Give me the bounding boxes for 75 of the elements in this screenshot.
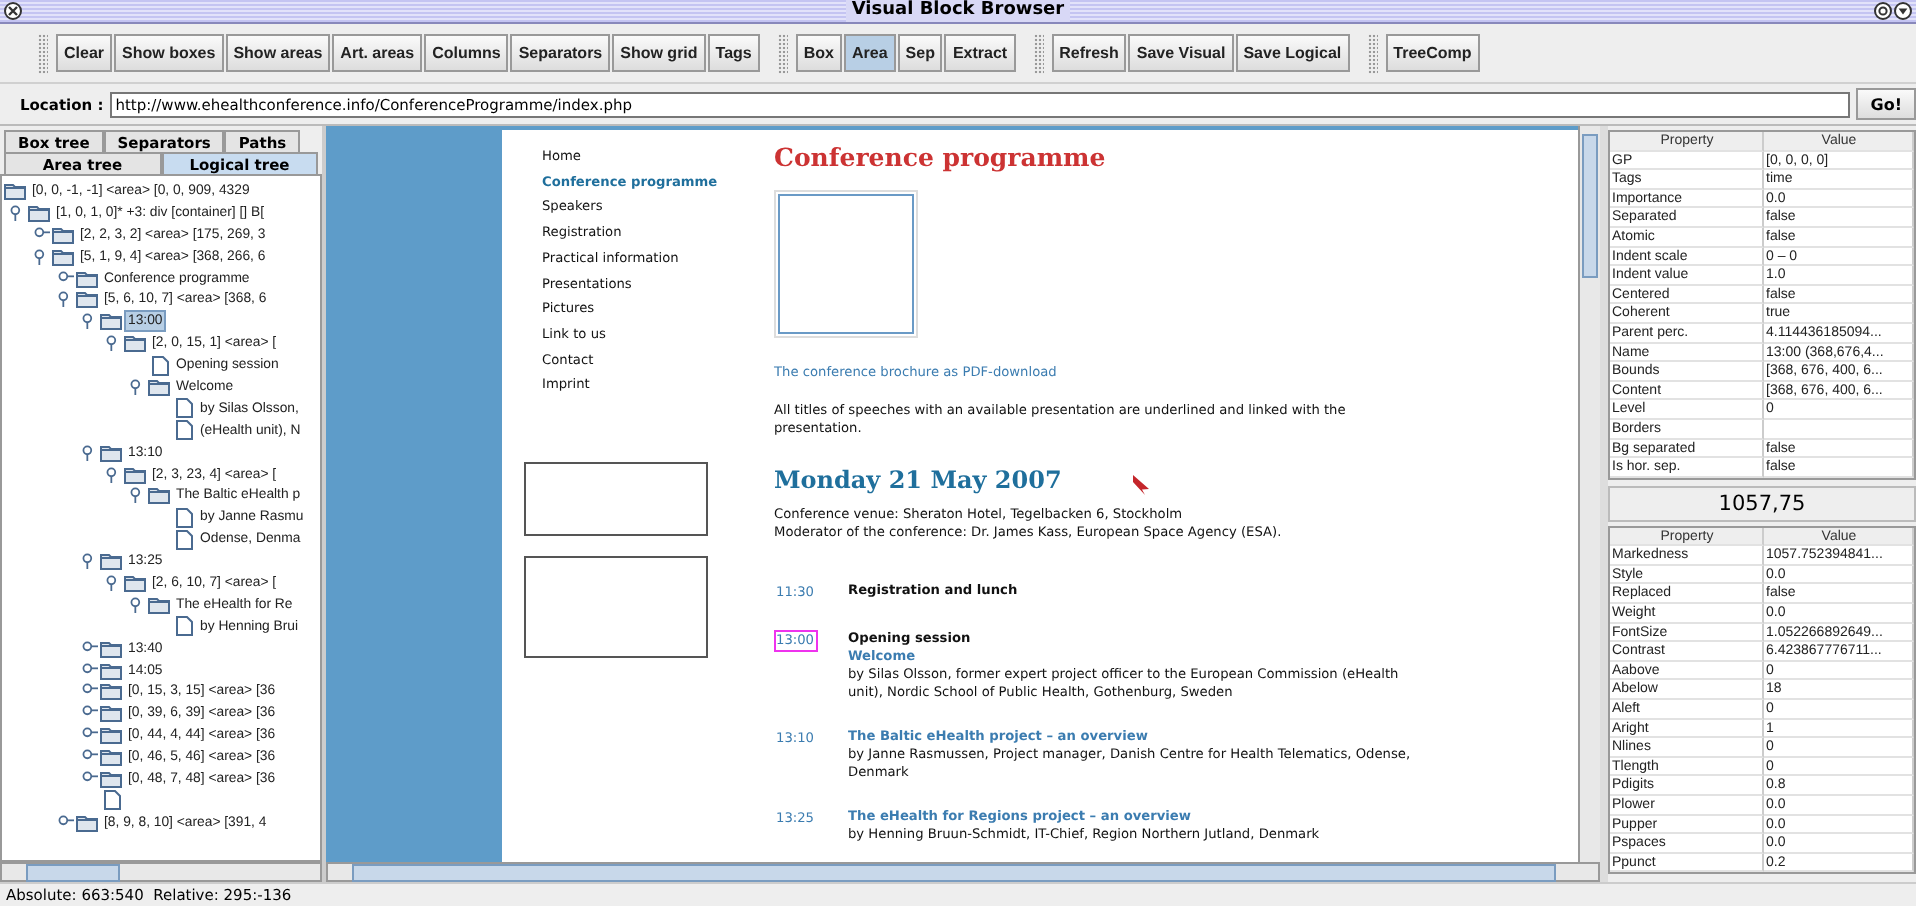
folder-icon [124, 465, 146, 484]
document-icon [148, 355, 170, 376]
toolbar-grip[interactable] [1367, 33, 1378, 73]
toolbar-button[interactable]: Refresh [1051, 34, 1127, 72]
folder-icon [100, 639, 122, 658]
expanded-handle-icon[interactable] [106, 465, 122, 484]
toolbar-button[interactable]: Show grid [612, 34, 706, 72]
scrollbar[interactable] [1578, 126, 1600, 862]
toolbar-button[interactable]: Columns [424, 34, 509, 72]
folder-icon [52, 247, 74, 266]
folder-icon [76, 269, 98, 287]
scrollbar[interactable] [0, 862, 322, 882]
expanded-handle-icon[interactable] [130, 486, 146, 505]
toolbar-button[interactable]: Tags [707, 34, 760, 72]
toolbar-button[interactable]: TreeComp [1385, 34, 1480, 72]
folder-icon [100, 769, 122, 788]
folder-icon [100, 704, 122, 723]
close-icon[interactable] [4, 2, 22, 20]
folder-icon [100, 552, 122, 571]
toolbar-button[interactable]: Art. areas [332, 34, 423, 72]
folder-icon [100, 682, 122, 701]
expanded-handle-icon[interactable] [106, 334, 122, 353]
folder-icon [148, 486, 170, 505]
toolbar-button[interactable]: Clear [56, 34, 113, 72]
folder-icon [148, 595, 170, 614]
toolbar-grip[interactable] [1033, 33, 1044, 73]
toolbar-grip[interactable] [777, 33, 788, 73]
expanded-handle-icon[interactable] [58, 290, 74, 309]
toolbar-button[interactable]: Show areas [225, 34, 331, 72]
folder-icon [124, 573, 146, 592]
expanded-handle-icon[interactable] [82, 552, 98, 571]
document-icon [172, 420, 194, 441]
toolbar-button[interactable]: Box [795, 34, 842, 72]
toolbar-button[interactable]: Show boxes [114, 34, 224, 72]
expanded-handle-icon[interactable] [10, 203, 26, 222]
date-heading: Monday 21 May 2007 [774, 466, 1062, 494]
markedness-value: 1057,75 [1608, 485, 1916, 522]
restore-icon[interactable] [1874, 2, 1892, 20]
window-title: Visual Block Browser [845, 0, 1071, 22]
expanded-handle-icon[interactable] [106, 573, 122, 592]
folder-icon [76, 290, 98, 309]
folder-icon [52, 225, 74, 244]
folder-icon [100, 726, 122, 745]
folder-icon [100, 312, 122, 331]
folder-icon [100, 748, 122, 767]
go-button[interactable]: Go! [1856, 88, 1916, 120]
expanded-handle-icon[interactable] [130, 595, 146, 614]
document-icon [172, 616, 194, 637]
toolbar-button[interactable]: Separators [510, 34, 611, 72]
toolbar-grip[interactable] [38, 33, 48, 73]
folder-icon [28, 203, 50, 222]
document-icon [172, 507, 194, 528]
folder-icon[interactable] [4, 181, 26, 200]
cursor-icon [1132, 474, 1150, 496]
toolbar-button[interactable]: Extract [944, 34, 1016, 72]
folder-icon [100, 443, 122, 462]
folder-icon [100, 661, 122, 680]
toolbar-button[interactable]: Save Logical [1235, 34, 1350, 72]
document-icon [172, 529, 194, 550]
page-heading: Conference programme [774, 144, 1106, 172]
toolbar-button[interactable]: Sep [897, 34, 943, 72]
folder-icon [124, 334, 146, 353]
toolbar-button[interactable]: Area [844, 34, 896, 72]
expanded-handle-icon[interactable] [130, 377, 146, 396]
expanded-handle-icon[interactable] [34, 247, 50, 266]
expanded-handle-icon[interactable] [82, 443, 98, 462]
expanded-handle-icon[interactable] [82, 312, 98, 331]
collapsed-handle-icon[interactable] [58, 269, 74, 287]
folder-icon [76, 813, 98, 832]
scrollbar[interactable] [326, 862, 1600, 882]
image-placeholder [778, 194, 914, 334]
folder-icon [148, 377, 170, 396]
menu-icon[interactable] [1894, 2, 1912, 20]
toolbar-button[interactable]: Save Visual [1128, 34, 1234, 72]
document-icon [172, 398, 194, 419]
